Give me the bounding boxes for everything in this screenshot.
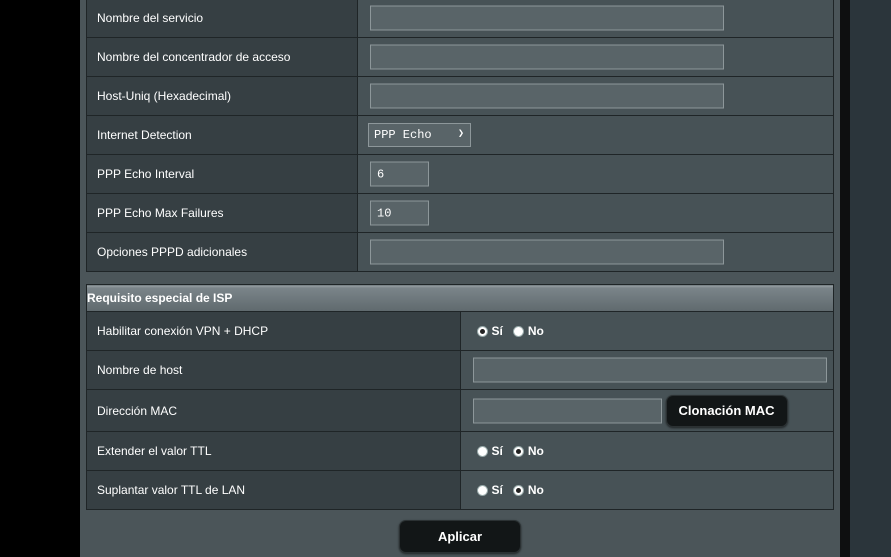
hostname-input[interactable] [472, 357, 827, 383]
mac-clone-button[interactable]: Clonación MAC [665, 394, 788, 427]
table-row: Suplantar valor TTL de LAN Sí No [86, 470, 834, 510]
ttl-extend-label: Extender el valor TTL [86, 431, 461, 471]
right-background [850, 0, 891, 557]
table-row: Host-Uniq (Hexadecimal) [86, 76, 834, 116]
vpn-dhcp-yes-radio[interactable] [476, 325, 488, 337]
radio-label-yes: Sí [491, 444, 503, 458]
table-row: Internet Detection PPP Echo ❯ [86, 115, 834, 155]
pppd-options-input[interactable] [370, 239, 724, 265]
ttl-extend-radio-group: Sí No [476, 444, 550, 458]
mac-address-input[interactable] [472, 398, 662, 423]
left-background [0, 0, 80, 557]
table-row: Nombre del servicio [86, 0, 834, 38]
table-row: PPP Echo Interval [86, 154, 834, 194]
radio-label-no: No [527, 324, 544, 338]
vpn-dhcp-label: Habilitar conexión VPN + DHCP [86, 311, 461, 351]
ttl-spoof-radio-group: Sí No [476, 483, 550, 497]
radio-label-yes: Sí [491, 483, 503, 497]
service-name-input[interactable] [370, 5, 724, 31]
echo-interval-label: PPP Echo Interval [86, 154, 358, 194]
ttl-extend-no-radio[interactable] [512, 445, 524, 457]
chevron-down-icon: ❯ [457, 129, 464, 140]
table-row: Nombre de host [86, 350, 834, 390]
internet-detection-value: PPP Echo [374, 128, 432, 142]
hostname-label: Nombre de host [86, 350, 461, 390]
echo-max-failures-input[interactable] [370, 200, 429, 226]
host-uniq-input[interactable] [370, 83, 724, 109]
vpn-dhcp-no-radio[interactable] [512, 325, 524, 337]
internet-detection-label: Internet Detection [86, 115, 358, 155]
right-shadow [840, 0, 850, 557]
ttl-spoof-no-radio[interactable] [512, 484, 524, 496]
table-row: Nombre del concentrador de acceso [86, 37, 834, 77]
service-name-label: Nombre del servicio [86, 0, 358, 38]
ac-name-input[interactable] [370, 44, 724, 70]
ttl-extend-yes-radio[interactable] [476, 445, 488, 457]
table-row: Habilitar conexión VPN + DHCP Sí No [86, 311, 834, 351]
table-row: Requisito especial de ISP [86, 284, 834, 312]
isp-section-header: Requisito especial de ISP [86, 284, 834, 312]
apply-button[interactable]: Aplicar [399, 520, 521, 553]
echo-interval-input[interactable] [370, 161, 429, 187]
radio-label-no: No [527, 483, 544, 497]
isp-settings-table: Requisito especial de ISP Habilitar cone… [86, 284, 834, 510]
vpn-dhcp-radio-group: Sí No [476, 324, 550, 338]
ttl-spoof-label: Suplantar valor TTL de LAN [86, 470, 461, 510]
internet-detection-select[interactable]: PPP Echo ❯ [368, 123, 471, 147]
ttl-spoof-yes-radio[interactable] [476, 484, 488, 496]
radio-label-no: No [527, 444, 544, 458]
table-row: PPP Echo Max Failures [86, 193, 834, 233]
table-row: Dirección MAC Clonación MAC [86, 389, 834, 432]
echo-max-failures-label: PPP Echo Max Failures [86, 193, 358, 233]
ac-name-label: Nombre del concentrador de acceso [86, 37, 358, 77]
table-row: Opciones PPPD adicionales [86, 232, 834, 272]
pppoe-settings-table: Nombre del servicio Nombre del concentra… [86, 0, 834, 272]
mac-address-label: Dirección MAC [86, 389, 461, 432]
host-uniq-label: Host-Uniq (Hexadecimal) [86, 76, 358, 116]
pppd-options-label: Opciones PPPD adicionales [86, 232, 358, 272]
table-row: Extender el valor TTL Sí No [86, 431, 834, 471]
radio-label-yes: Sí [491, 324, 503, 338]
